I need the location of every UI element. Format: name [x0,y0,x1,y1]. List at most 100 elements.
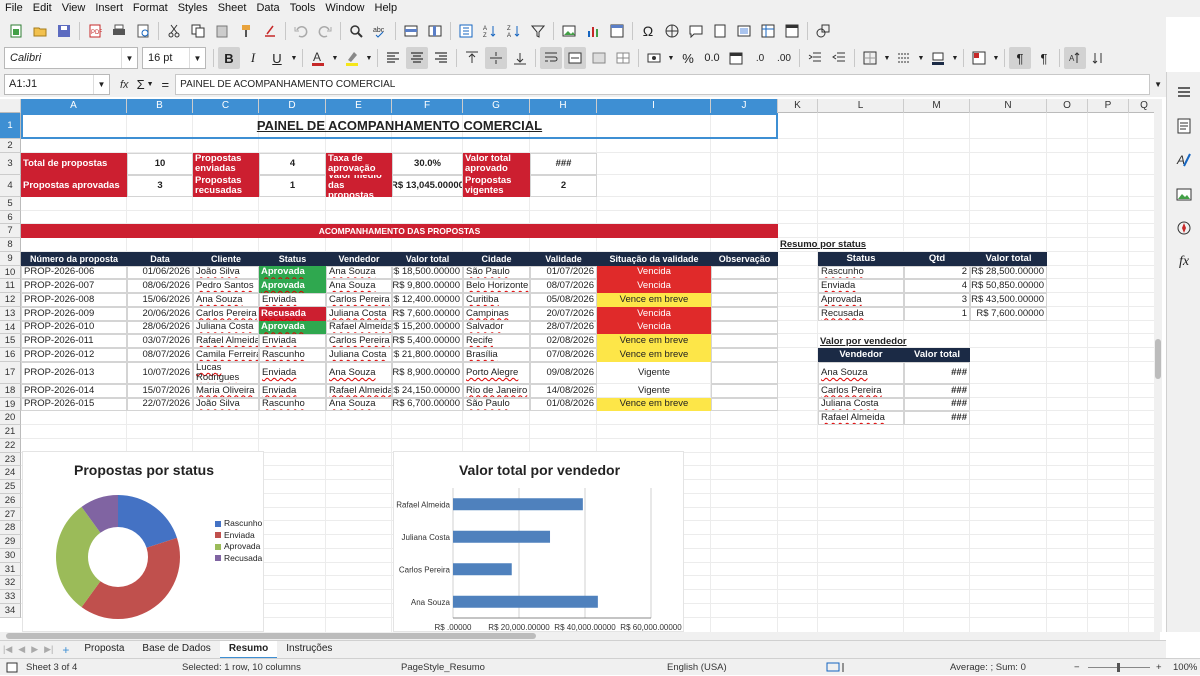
save-icon[interactable] [53,20,75,42]
seller-summary-header[interactable]: Vendedor [818,348,904,362]
status-summary-cell[interactable]: Recusada [818,306,904,321]
zoom-in-icon[interactable]: + [1156,662,1162,673]
kpi-approved-label[interactable]: Propostas aprovadas [21,174,127,197]
table-cell[interactable]: 01/06/2026 [127,265,193,280]
column-icon[interactable] [424,20,446,42]
table-cell[interactable]: Rafael Almeida [193,334,259,348]
table-header[interactable]: Validade [530,251,597,266]
insert-image-icon[interactable] [558,20,580,42]
table-cell[interactable]: Carlos Pereira [326,334,392,348]
table-cell[interactable]: Rafael Almeida [326,383,392,398]
bar-juliana-costa[interactable] [453,530,551,543]
autofilter-icon[interactable] [527,20,549,42]
status-summary-cell[interactable]: 1 [904,306,970,321]
wrap-text-icon[interactable] [540,47,562,69]
table-cell[interactable]: João Silva [193,397,259,412]
column-header-E[interactable]: E [326,99,392,113]
navigator-icon[interactable] [1167,214,1200,242]
kpi-rate-label[interactable]: Taxa de aprovação [326,152,392,175]
row-header-22[interactable]: 22 [0,438,21,453]
table-cell[interactable]: Recusada [259,306,326,321]
table-cell[interactable]: São Paulo [463,397,530,412]
border-color-icon[interactable] [927,47,949,69]
table-cell[interactable] [711,397,778,412]
seller-summary-header[interactable]: Valor total [904,348,970,362]
row-header-4[interactable]: 4 [0,174,21,197]
add-sheet-icon[interactable]: + [56,643,75,657]
formula-icon[interactable]: = [162,77,170,92]
table-cell[interactable]: Aprovada [259,320,326,335]
font-color-dropdown-icon[interactable]: ▼ [331,47,339,69]
print-icon[interactable] [108,20,130,42]
pie-slice-rascunho[interactable] [118,495,177,548]
column-header-P[interactable]: P [1088,99,1129,113]
kpi-approved-total-value[interactable]: ### [530,152,597,175]
kpi-sent-value[interactable]: 4 [259,152,326,175]
table-header[interactable]: Data [127,251,193,266]
row-header-2[interactable]: 2 [0,139,21,153]
comment-icon[interactable] [685,20,707,42]
bar-chart[interactable]: Valor total por vendedor R$ .00000 R$ 20,… [393,451,684,632]
font-name-box[interactable]: Calibri ▼ [4,47,138,69]
table-cell[interactable]: Rascunho [259,348,326,362]
define-print-area-icon[interactable] [733,20,755,42]
paste-icon[interactable] [211,20,233,42]
row-header-12[interactable]: 12 [0,293,21,307]
table-cell[interactable]: 08/06/2026 [127,279,193,293]
table-cell[interactable]: Vence em breve [597,334,711,348]
sum-dropdown-icon[interactable]: ▼ [147,81,154,88]
table-header[interactable]: Valor total [392,251,463,266]
row-header-20[interactable]: 20 [0,411,21,425]
name-box[interactable]: A1:J1 ▼ [4,74,110,95]
table-cell[interactable]: 05/08/2026 [530,293,597,307]
sidebar-menu-icon[interactable] [1167,78,1200,106]
undo-icon[interactable] [290,20,312,42]
prev-sheet-icon[interactable]: ◀ [15,644,28,655]
table-cell[interactable]: Curitiba [463,293,530,307]
sheet-tab-proposta[interactable]: Proposta [75,641,133,659]
table-cell[interactable]: Maria Oliveira [193,383,259,398]
kpi-approved-total-label[interactable]: Valor total aprovado [463,152,530,175]
bold-icon[interactable]: B [218,47,240,69]
highlight-color-icon[interactable] [341,47,363,69]
table-cell[interactable] [711,320,778,335]
formula-input[interactable]: PAINEL DE ACOMPANHAMENTO COMERCIAL [175,74,1151,95]
seller-summary-cell[interactable]: ### [904,383,970,398]
row-header-16[interactable]: 16 [0,348,21,362]
show-draw-functions-icon[interactable] [812,20,834,42]
table-cell[interactable]: 09/08/2026 [530,361,597,384]
menu-help[interactable]: Help [370,0,403,17]
table-cell[interactable]: 22/07/2026 [127,397,193,412]
last-sheet-icon[interactable]: ▶| [41,644,56,655]
unmerge-cells-icon[interactable] [612,47,634,69]
table-cell[interactable]: Aprovada [259,279,326,293]
table-cell[interactable]: Rascunho [259,397,326,412]
table-cell[interactable]: PROP-2026-006 [21,265,127,280]
table-cell[interactable]: PROP-2026-015 [21,397,127,412]
align-right-icon[interactable] [430,47,452,69]
table-cell[interactable]: Juliana Costa [326,306,392,321]
text-direction-icon[interactable]: A [1064,47,1086,69]
function-wizard-icon[interactable]: fx [120,79,129,91]
table-cell[interactable]: PROP-2026-013 [21,361,127,384]
decrease-indent-icon[interactable] [828,47,850,69]
table-cell[interactable]: Aprovada [259,265,326,280]
merge-center-icon[interactable] [564,47,586,69]
row-header-11[interactable]: 11 [0,279,21,293]
row-header-23[interactable]: 23 [0,452,21,467]
expand-formula-bar-icon[interactable]: ▼ [1154,80,1162,89]
column-header-C[interactable]: C [193,99,259,113]
column-header-K[interactable]: K [778,99,818,113]
format-as-currency-icon[interactable] [643,47,665,69]
horizontal-scroll-thumb[interactable] [6,633,536,639]
column-header-H[interactable]: H [530,99,597,113]
menu-data[interactable]: Data [251,0,284,17]
table-cell[interactable]: Juliana Costa [326,348,392,362]
clone-formatting-icon[interactable] [235,20,257,42]
align-left-icon[interactable] [382,47,404,69]
table-cell[interactable]: 08/07/2026 [530,279,597,293]
table-cell[interactable] [711,293,778,307]
table-cell[interactable] [711,279,778,293]
table-cell[interactable] [711,334,778,348]
open-icon[interactable] [29,20,51,42]
